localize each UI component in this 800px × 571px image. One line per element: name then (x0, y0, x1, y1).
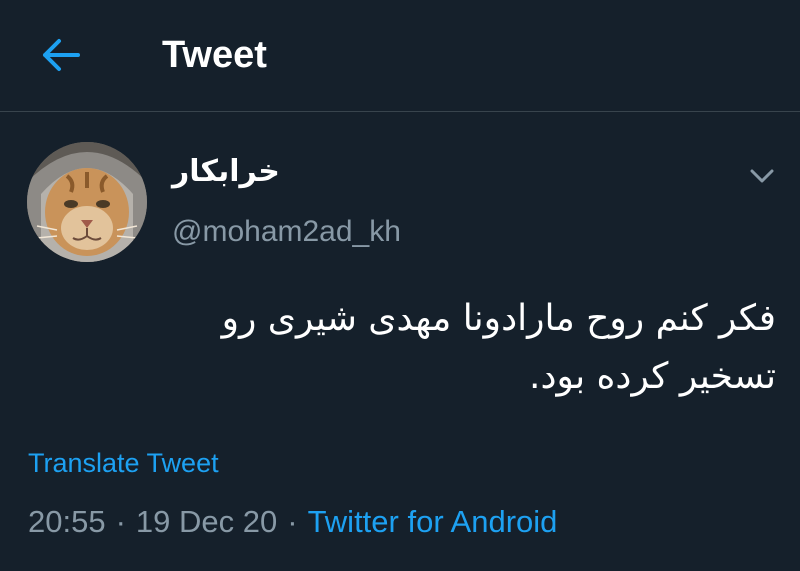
tweet-time: 20:55 (28, 504, 106, 539)
page-title: Tweet (162, 34, 267, 76)
tweet-source-link[interactable]: Twitter for Android (308, 504, 558, 539)
author-display-name[interactable]: خرابکار (172, 152, 280, 192)
avatar[interactable] (27, 142, 147, 262)
tweet-date: 19 Dec 20 (135, 504, 278, 539)
translate-tweet-link[interactable]: Translate Tweet (28, 446, 219, 480)
tweet-menu-button[interactable] (744, 158, 780, 194)
tweet-text: فکر کنم روح مارادونا مهدی شیری رو تسخیر … (221, 298, 776, 397)
chevron-down-icon (750, 169, 774, 183)
arrow-left-icon (43, 39, 80, 71)
author-handle[interactable]: @moham2ad_kh (172, 212, 401, 252)
top-bar: Tweet (0, 0, 800, 112)
tweet-metadata: 20:55 · 19 Dec 20 · Twitter for Android (28, 502, 557, 542)
tweet-detail-screen: Tweet خرابکار @moham2ad_kh فکر کنم روح م… (0, 0, 800, 571)
separator: · (287, 504, 298, 539)
separator: · (115, 504, 126, 539)
back-button[interactable] (34, 28, 88, 82)
cat-avatar-image (27, 142, 147, 262)
